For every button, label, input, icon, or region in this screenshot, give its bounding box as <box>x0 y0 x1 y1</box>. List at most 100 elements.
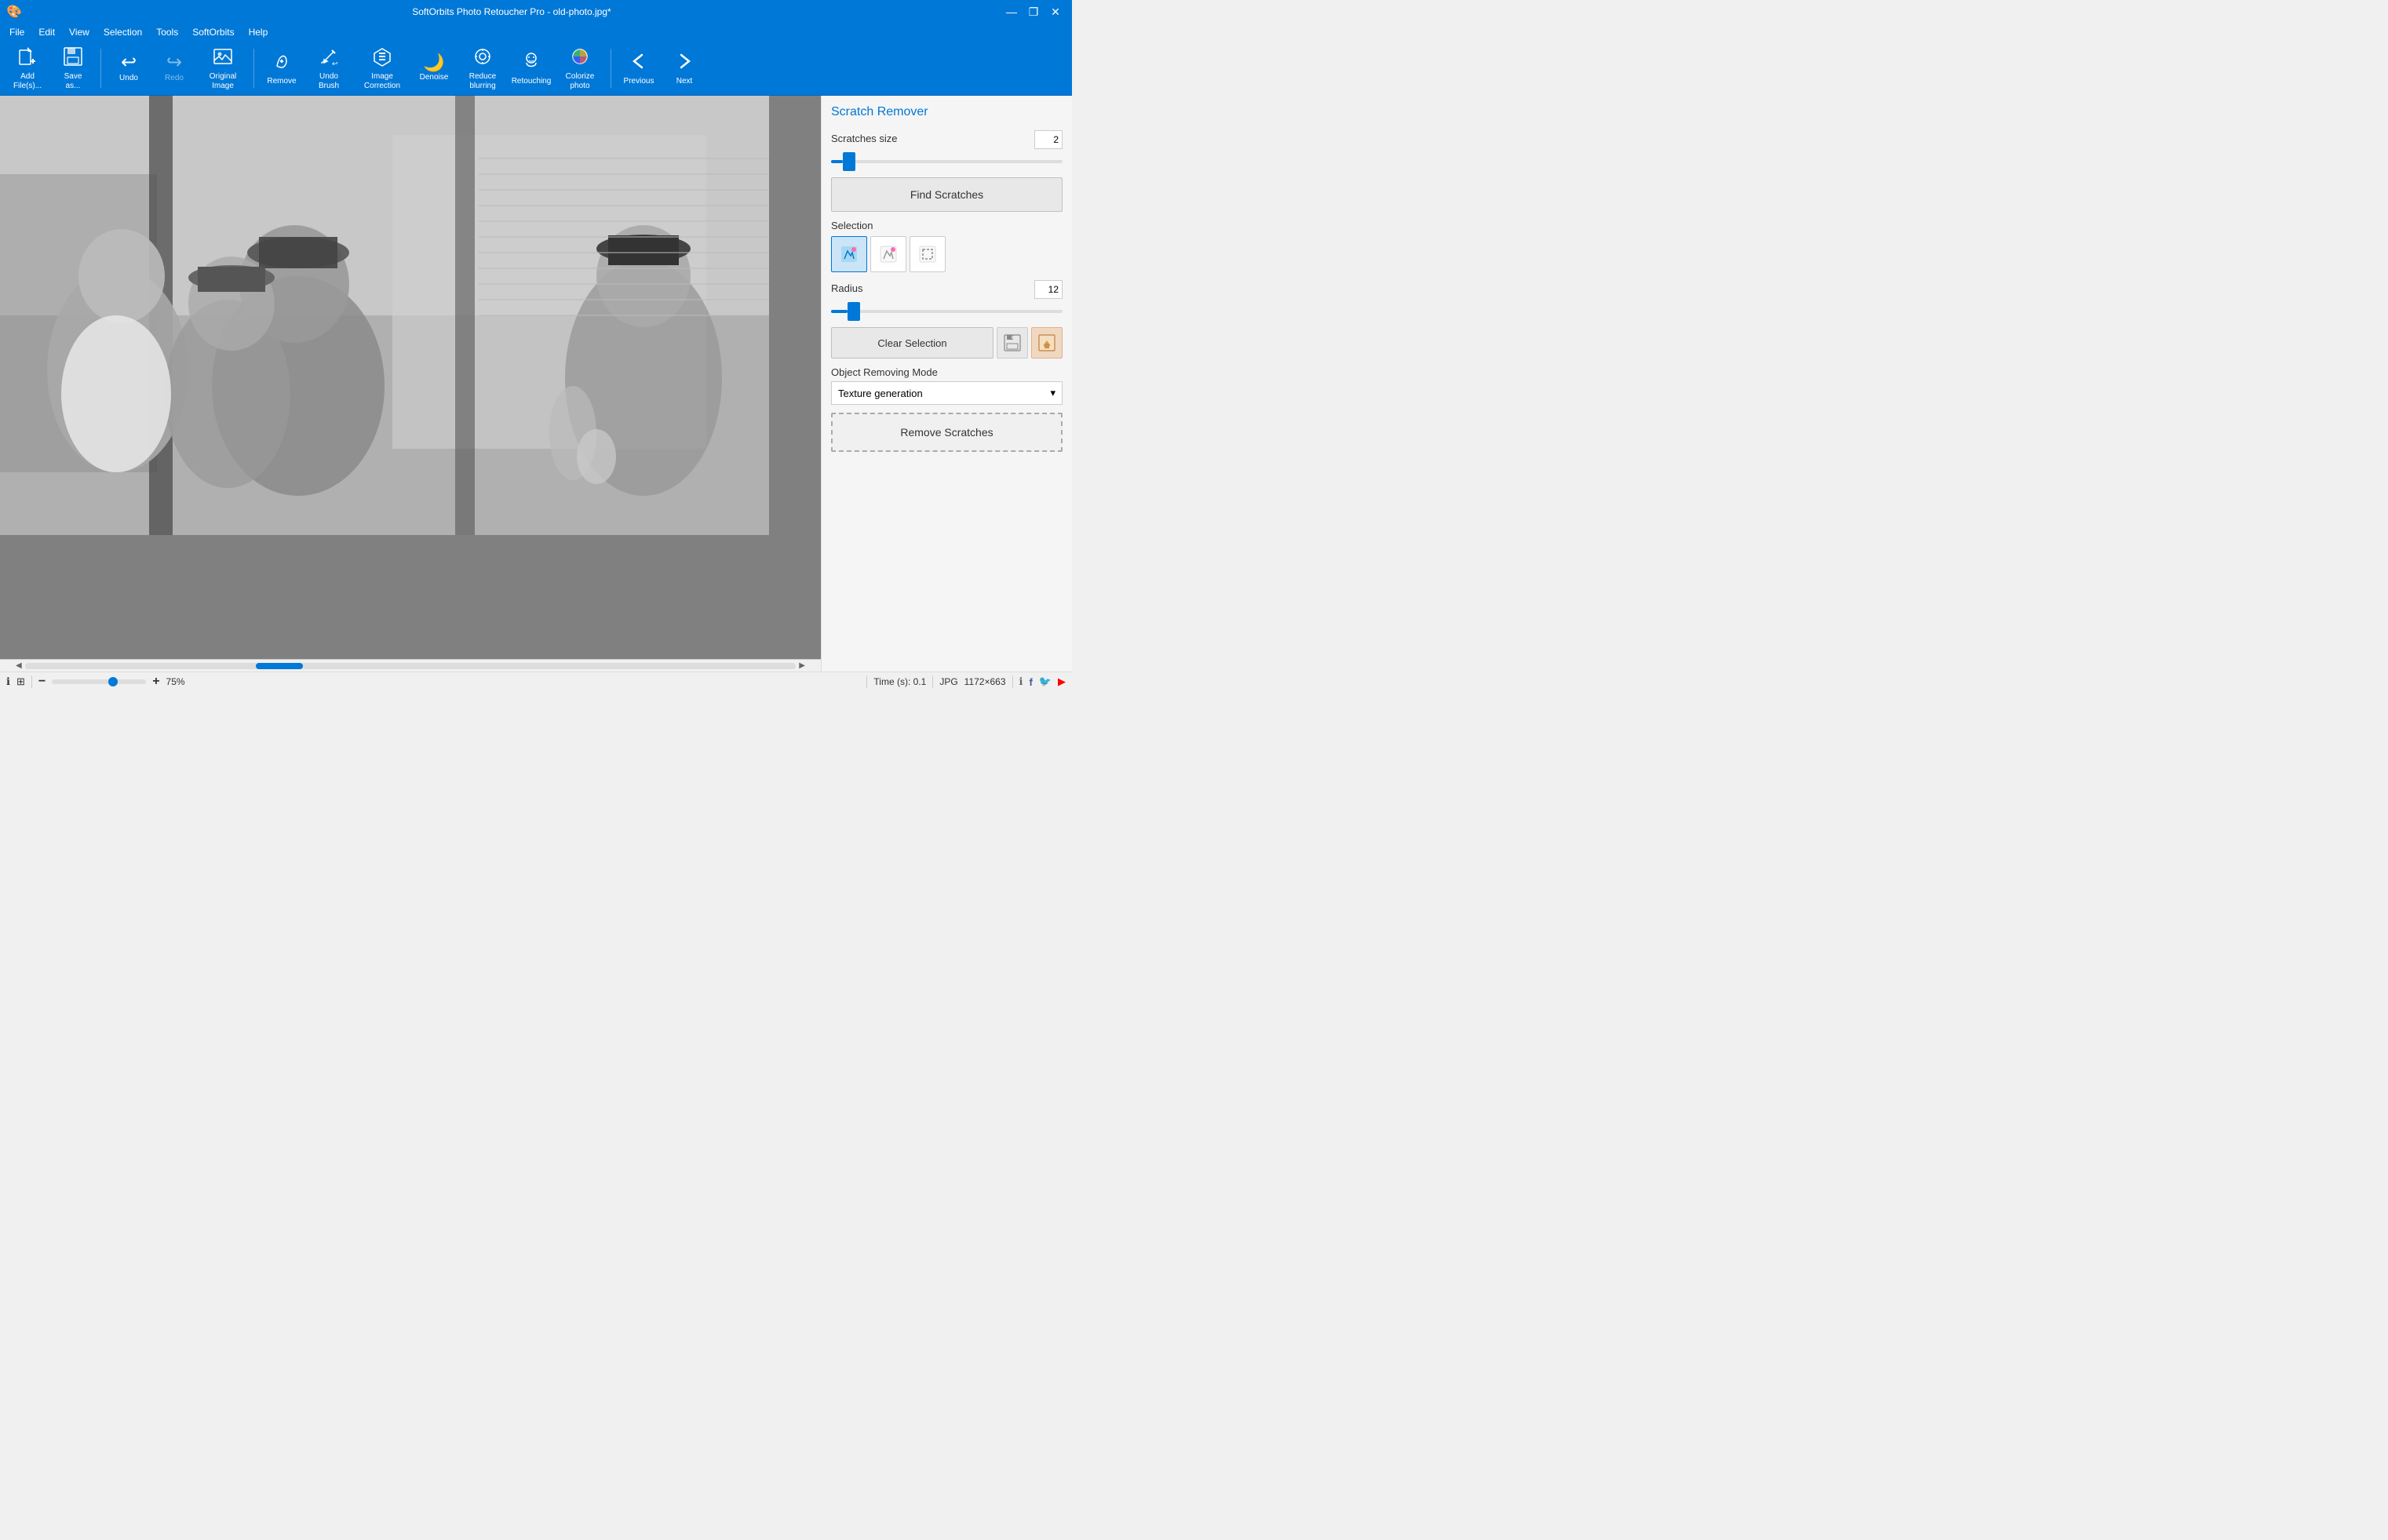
redo-label: Redo <box>165 74 184 83</box>
retouching-icon <box>520 50 542 75</box>
save-selection-button[interactable] <box>997 327 1028 359</box>
menu-file[interactable]: File <box>3 25 31 39</box>
statusbar: ℹ ⊞ − + 75% Time (s): 0.1 JPG 1172×663 ℹ… <box>0 672 1072 691</box>
scroll-right-arrow[interactable]: ▶ <box>796 661 808 670</box>
canvas-wrapper: ◀ ▶ <box>0 96 821 672</box>
toolbar-image-correction[interactable]: ImageCorrection <box>355 45 410 92</box>
undo-icon: ↩ <box>121 53 137 72</box>
remove-icon <box>271 50 293 75</box>
radius-track <box>831 310 1063 313</box>
clear-selection-button[interactable]: Clear Selection <box>831 327 993 359</box>
scratches-size-fill <box>831 160 843 163</box>
load-selection-button[interactable] <box>1031 327 1063 359</box>
radius-section: Radius 12 <box>831 280 1063 319</box>
menu-edit[interactable]: Edit <box>32 25 61 39</box>
toolbar: AddFile(s)... Saveas... ↩ Undo ↪ Redo Or… <box>0 41 1072 96</box>
toolbar-colorize-photo[interactable]: Colorizephoto <box>556 45 604 92</box>
erase-select-tool[interactable] <box>870 236 906 272</box>
scratches-size-label: Scratches size <box>831 133 898 144</box>
scroll-thumb[interactable] <box>256 663 303 669</box>
toolbar-undo[interactable]: ↩ Undo <box>108 45 150 92</box>
denoise-icon: 🌙 <box>423 54 444 71</box>
menu-help[interactable]: Help <box>242 25 275 39</box>
zoom-minus-button[interactable]: − <box>38 675 46 689</box>
add-files-label: AddFile(s)... <box>13 72 42 91</box>
main: ◀ ▶ Scratch Remover Scratches size 2 <box>0 96 1072 672</box>
toolbar-original-image[interactable]: OriginalImage <box>199 45 247 92</box>
menu-softorbits[interactable]: SoftOrbits <box>186 25 240 39</box>
toolbar-remove[interactable]: Remove <box>261 45 303 92</box>
dropdown-chevron-icon: ▾ <box>1050 387 1055 399</box>
selection-action-row: Clear Selection <box>831 327 1063 359</box>
load-selection-icon <box>1038 334 1055 351</box>
zoom-plus-button[interactable]: + <box>152 675 159 689</box>
undo-brush-icon: ↩ <box>318 46 340 71</box>
scratches-size-slider[interactable] <box>831 154 1063 169</box>
titlebar-controls: — ❐ ✕ <box>1001 2 1066 22</box>
previous-icon <box>628 50 650 75</box>
texture-generation-dropdown[interactable]: Texture generation ▾ <box>831 381 1063 405</box>
scroll-left-arrow[interactable]: ◀ <box>13 661 25 670</box>
minimize-button[interactable]: — <box>1001 2 1022 22</box>
redo-icon: ↪ <box>166 53 182 72</box>
menu-selection[interactable]: Selection <box>97 25 148 39</box>
status-right: Time (s): 0.1 JPG 1172×663 ℹ f 🐦 ▶ <box>866 675 1066 688</box>
toolbar-save-as[interactable]: Saveas... <box>52 45 94 92</box>
toolbar-previous[interactable]: Previous <box>618 45 660 92</box>
status-sep-4 <box>1012 675 1013 688</box>
scroll-track[interactable] <box>25 663 797 669</box>
clear-selection-label: Clear Selection <box>877 337 946 349</box>
time-label: Time (s): 0.1 <box>873 676 926 687</box>
scratches-size-track <box>831 160 1063 163</box>
previous-label: Previous <box>624 77 654 86</box>
titlebar: 🎨 SoftOrbits Photo Retoucher Pro - old-p… <box>0 0 1072 24</box>
remove-scratches-button[interactable]: Remove Scratches <box>831 413 1063 452</box>
retouching-label: Retouching <box>512 77 552 86</box>
canvas-scroll-area[interactable] <box>0 96 821 659</box>
maximize-button[interactable]: ❐ <box>1023 2 1044 22</box>
status-icon-youtube[interactable]: ▶ <box>1058 675 1066 688</box>
next-icon <box>673 50 695 75</box>
toolbar-denoise[interactable]: 🌙 Denoise <box>413 45 455 92</box>
selection-section: Selection <box>831 220 1063 272</box>
menu-tools[interactable]: Tools <box>150 25 184 39</box>
menu-view[interactable]: View <box>63 25 96 39</box>
reduce-blurring-label: Reduceblurring <box>469 72 496 91</box>
selection-label: Selection <box>831 220 873 231</box>
status-crop-icon[interactable]: ⊞ <box>16 675 25 688</box>
toolbar-separator-2 <box>253 49 254 88</box>
scratches-size-value[interactable]: 2 <box>1034 130 1063 149</box>
toolbar-redo[interactable]: ↪ Redo <box>153 45 195 92</box>
status-icon-info[interactable]: ℹ <box>1019 675 1023 688</box>
zoom-slider[interactable] <box>52 679 146 684</box>
colorize-icon <box>569 46 591 71</box>
status-info-icon[interactable]: ℹ <box>6 675 10 688</box>
radius-thumb[interactable] <box>848 302 860 321</box>
image-correction-icon <box>371 46 393 71</box>
horizontal-scrollbar[interactable]: ◀ ▶ <box>0 659 821 672</box>
zoom-thumb[interactable] <box>108 677 118 686</box>
toolbar-next[interactable]: Next <box>663 45 705 92</box>
panel-title: Scratch Remover <box>831 105 1063 119</box>
brush-select-tool[interactable] <box>831 236 867 272</box>
close-button[interactable]: ✕ <box>1045 2 1066 22</box>
menubar: File Edit View Selection Tools SoftOrbit… <box>0 24 1072 41</box>
scratches-size-thumb[interactable] <box>843 152 855 171</box>
toolbar-reduce-blurring[interactable]: Reduceblurring <box>458 45 507 92</box>
radius-value[interactable]: 12 <box>1034 280 1063 299</box>
undo-label: Undo <box>119 74 138 83</box>
toolbar-undo-brush[interactable]: ↩ UndoBrush <box>306 45 352 92</box>
texture-generation-value: Texture generation <box>838 388 923 399</box>
status-icon-facebook[interactable]: f <box>1029 676 1032 688</box>
app-logo-icon: 🎨 <box>6 4 22 20</box>
find-scratches-button[interactable]: Find Scratches <box>831 177 1063 212</box>
save-selection-icon <box>1004 334 1021 351</box>
svg-text:↩: ↩ <box>332 60 338 67</box>
radius-slider[interactable] <box>831 304 1063 319</box>
denoise-label: Denoise <box>420 73 449 82</box>
rect-select-tool[interactable] <box>910 236 946 272</box>
toolbar-add-files[interactable]: AddFile(s)... <box>6 45 49 92</box>
toolbar-retouching[interactable]: Retouching <box>510 45 552 92</box>
titlebar-left: 🎨 <box>6 4 22 20</box>
status-icon-twitter[interactable]: 🐦 <box>1039 675 1052 688</box>
